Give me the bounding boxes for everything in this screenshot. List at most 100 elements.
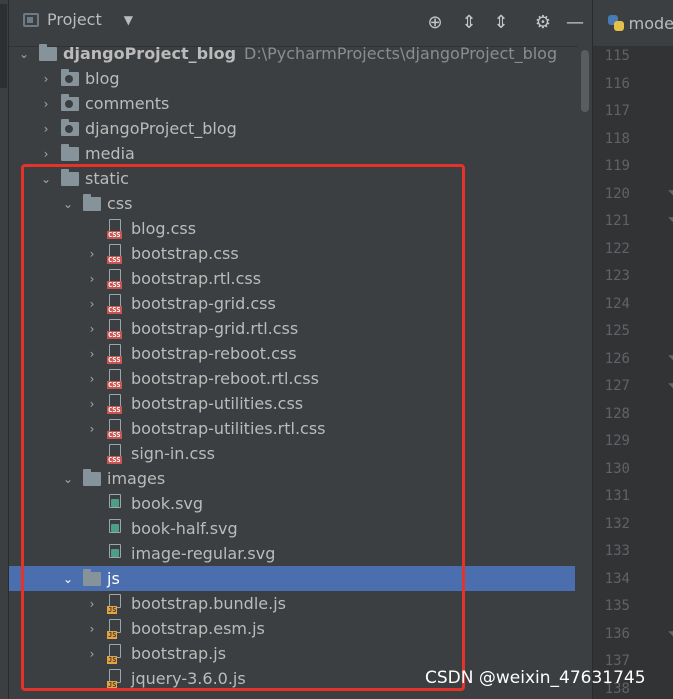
fold-marker-icon[interactable]: ◥ bbox=[668, 380, 673, 394]
chevron-right-icon[interactable]: › bbox=[39, 147, 53, 161]
chevron-right-icon[interactable]: › bbox=[85, 297, 99, 311]
fold-marker-icon[interactable]: ◥ bbox=[668, 352, 673, 366]
css-file-icon: CSS bbox=[107, 268, 125, 289]
python-file-icon bbox=[608, 15, 624, 31]
tree-item-djangoProject_blog[interactable]: › djangoProject_blog bbox=[9, 116, 575, 141]
project-tool-tab[interactable] bbox=[0, 4, 7, 88]
chevron-right-icon[interactable]: › bbox=[85, 622, 99, 636]
fold-marker-icon[interactable]: ◥ bbox=[668, 187, 673, 201]
item-label: jquery-3.6.0.js bbox=[131, 669, 246, 688]
item-label: bootstrap.esm.js bbox=[131, 619, 265, 638]
tree-root-djangoProject_blog[interactable]: ⌄ djangoProject_blog D:\PycharmProjects\… bbox=[9, 41, 575, 66]
chevron-right-icon[interactable]: › bbox=[85, 372, 99, 386]
collapse-all-icon[interactable]: ⇕ bbox=[491, 13, 511, 33]
minimize-icon[interactable]: — bbox=[565, 13, 585, 33]
js-file-icon: JS bbox=[107, 593, 125, 614]
expand-all-icon[interactable]: ⇕ bbox=[459, 13, 479, 33]
tree-item-bootstrap-bundle-js[interactable]: › JS bootstrap.bundle.js bbox=[9, 591, 575, 616]
chevron-right-icon[interactable]: › bbox=[85, 347, 99, 361]
item-label: comments bbox=[85, 94, 170, 113]
tree-item-blog-css[interactable]: CSS blog.css bbox=[9, 216, 575, 241]
tree-item-bootstrap-utilities-css[interactable]: › CSS bootstrap-utilities.css bbox=[9, 391, 575, 416]
chevron-down-icon[interactable]: ⌄ bbox=[61, 572, 75, 586]
folder-icon bbox=[83, 193, 101, 211]
locate-icon[interactable]: ⊕ bbox=[425, 13, 445, 33]
project-panel-header: Project ▼ ⊕ ⇕ ⇕ ⚙ — bbox=[9, 0, 592, 47]
css-file-icon: CSS bbox=[107, 243, 125, 264]
panel-title: Project bbox=[47, 10, 102, 29]
tree-item-js[interactable]: ⌄ js bbox=[9, 566, 575, 591]
chevron-right-icon[interactable]: › bbox=[85, 397, 99, 411]
chevron-right-icon[interactable]: › bbox=[85, 422, 99, 436]
chevron-right-icon[interactable]: › bbox=[39, 122, 53, 136]
editor-tab-models[interactable]: mode bbox=[593, 0, 673, 47]
item-label: bootstrap-reboot.css bbox=[131, 344, 297, 363]
tree-item-bootstrap-reboot-rtl-css[interactable]: › CSS bootstrap-reboot.rtl.css bbox=[9, 366, 575, 391]
item-label: bootstrap.css bbox=[131, 244, 239, 263]
tree-item-bootstrap-reboot-css[interactable]: › CSS bootstrap-reboot.css bbox=[9, 341, 575, 366]
line-number: 122 bbox=[604, 240, 630, 257]
editor-tab-label: mode bbox=[628, 13, 673, 33]
project-view-selector[interactable]: Project ▼ bbox=[23, 10, 133, 29]
chevron-right-icon[interactable]: › bbox=[39, 97, 53, 111]
js-file-icon: JS bbox=[107, 618, 125, 639]
chevron-down-icon[interactable]: ⌄ bbox=[39, 172, 53, 186]
line-number: 123 bbox=[604, 268, 630, 284]
tree-item-book-half-svg[interactable]: book-half.svg bbox=[9, 516, 575, 541]
scrollbar-thumb[interactable] bbox=[581, 50, 589, 112]
tree-item-blog[interactable]: › blog bbox=[9, 66, 575, 91]
line-number: 116 bbox=[604, 75, 630, 92]
line-number: 131 bbox=[604, 488, 630, 504]
fold-marker-icon[interactable]: ◥ bbox=[668, 214, 673, 228]
tree-item-static[interactable]: ⌄ static bbox=[9, 166, 575, 191]
package-folder-icon bbox=[61, 118, 79, 136]
tree-item-comments[interactable]: › comments bbox=[9, 91, 575, 116]
chevron-down-icon[interactable]: ⌄ bbox=[17, 47, 31, 61]
fold-marker-icon[interactable]: ◥ bbox=[668, 628, 673, 642]
line-number: 137 bbox=[604, 653, 630, 669]
tree-item-book-svg[interactable]: book.svg bbox=[9, 491, 575, 516]
css-file-icon: CSS bbox=[107, 393, 125, 414]
item-label: bootstrap-utilities.css bbox=[131, 394, 304, 413]
tree-item-images[interactable]: ⌄ images bbox=[9, 466, 575, 491]
root-path: D:\PycharmProjects\djangoProject_blog bbox=[244, 44, 558, 63]
tree-item-bootstrap-rtl-css[interactable]: › CSS bootstrap.rtl.css bbox=[9, 266, 575, 291]
tree-item-bootstrap-css[interactable]: › CSS bootstrap.css bbox=[9, 241, 575, 266]
js-file-icon: JS bbox=[107, 643, 125, 664]
chevron-right-icon[interactable]: › bbox=[85, 597, 99, 611]
chevron-right-icon[interactable]: › bbox=[85, 322, 99, 336]
tree-item-bootstrap-esm-js[interactable]: › JS bootstrap.esm.js bbox=[9, 616, 575, 641]
line-number: 129 bbox=[604, 433, 630, 449]
chevron-right-icon[interactable]: › bbox=[85, 647, 99, 661]
item-label: images bbox=[107, 469, 166, 488]
line-number: 132 bbox=[604, 515, 630, 532]
chevron-right-icon[interactable]: › bbox=[85, 247, 99, 261]
chevron-right-icon[interactable]: › bbox=[39, 72, 53, 86]
tree-item-bootstrap-grid-rtl-css[interactable]: › CSS bootstrap-grid.rtl.css bbox=[9, 316, 575, 341]
line-number: 119 bbox=[604, 158, 630, 174]
tree-item-media[interactable]: › media bbox=[9, 141, 575, 166]
chevron-down-icon[interactable]: ⌄ bbox=[61, 197, 75, 211]
item-label: djangoProject_blog bbox=[85, 119, 237, 138]
line-number: 135 bbox=[604, 598, 630, 614]
folder-icon bbox=[83, 468, 101, 486]
tree-item-bootstrap-grid-css[interactable]: › CSS bootstrap-grid.css bbox=[9, 291, 575, 316]
chevron-down-icon[interactable]: ⌄ bbox=[61, 472, 75, 486]
tree-item-bootstrap-utilities-rtl-css[interactable]: › CSS bootstrap-utilities.rtl.css bbox=[9, 416, 575, 441]
item-label: bootstrap.rtl.css bbox=[131, 269, 262, 288]
css-file-icon: CSS bbox=[107, 443, 125, 464]
line-number: 133 bbox=[604, 543, 630, 559]
tree-scrollbar[interactable] bbox=[578, 46, 592, 699]
item-label: book.svg bbox=[131, 494, 204, 513]
item-label: bootstrap.js bbox=[131, 644, 227, 663]
editor-gutter: mode 115 116 117 118 119 120 121 122 123 124 125 12… bbox=[592, 0, 673, 699]
chevron-down-icon[interactable]: ▼ bbox=[124, 13, 133, 27]
tree-item-sign-in-css[interactable]: CSS sign-in.css bbox=[9, 441, 575, 466]
gear-icon[interactable]: ⚙ bbox=[533, 13, 553, 33]
tree-item-bootstrap-js[interactable]: › JS bootstrap.js bbox=[9, 641, 575, 666]
tree-item-image-regular-svg[interactable]: image-regular.svg bbox=[9, 541, 575, 566]
tree-item-css[interactable]: ⌄ css bbox=[9, 191, 575, 216]
line-number: 136 bbox=[604, 625, 630, 642]
item-label: image-regular.svg bbox=[131, 544, 276, 563]
chevron-right-icon[interactable]: › bbox=[85, 272, 99, 286]
